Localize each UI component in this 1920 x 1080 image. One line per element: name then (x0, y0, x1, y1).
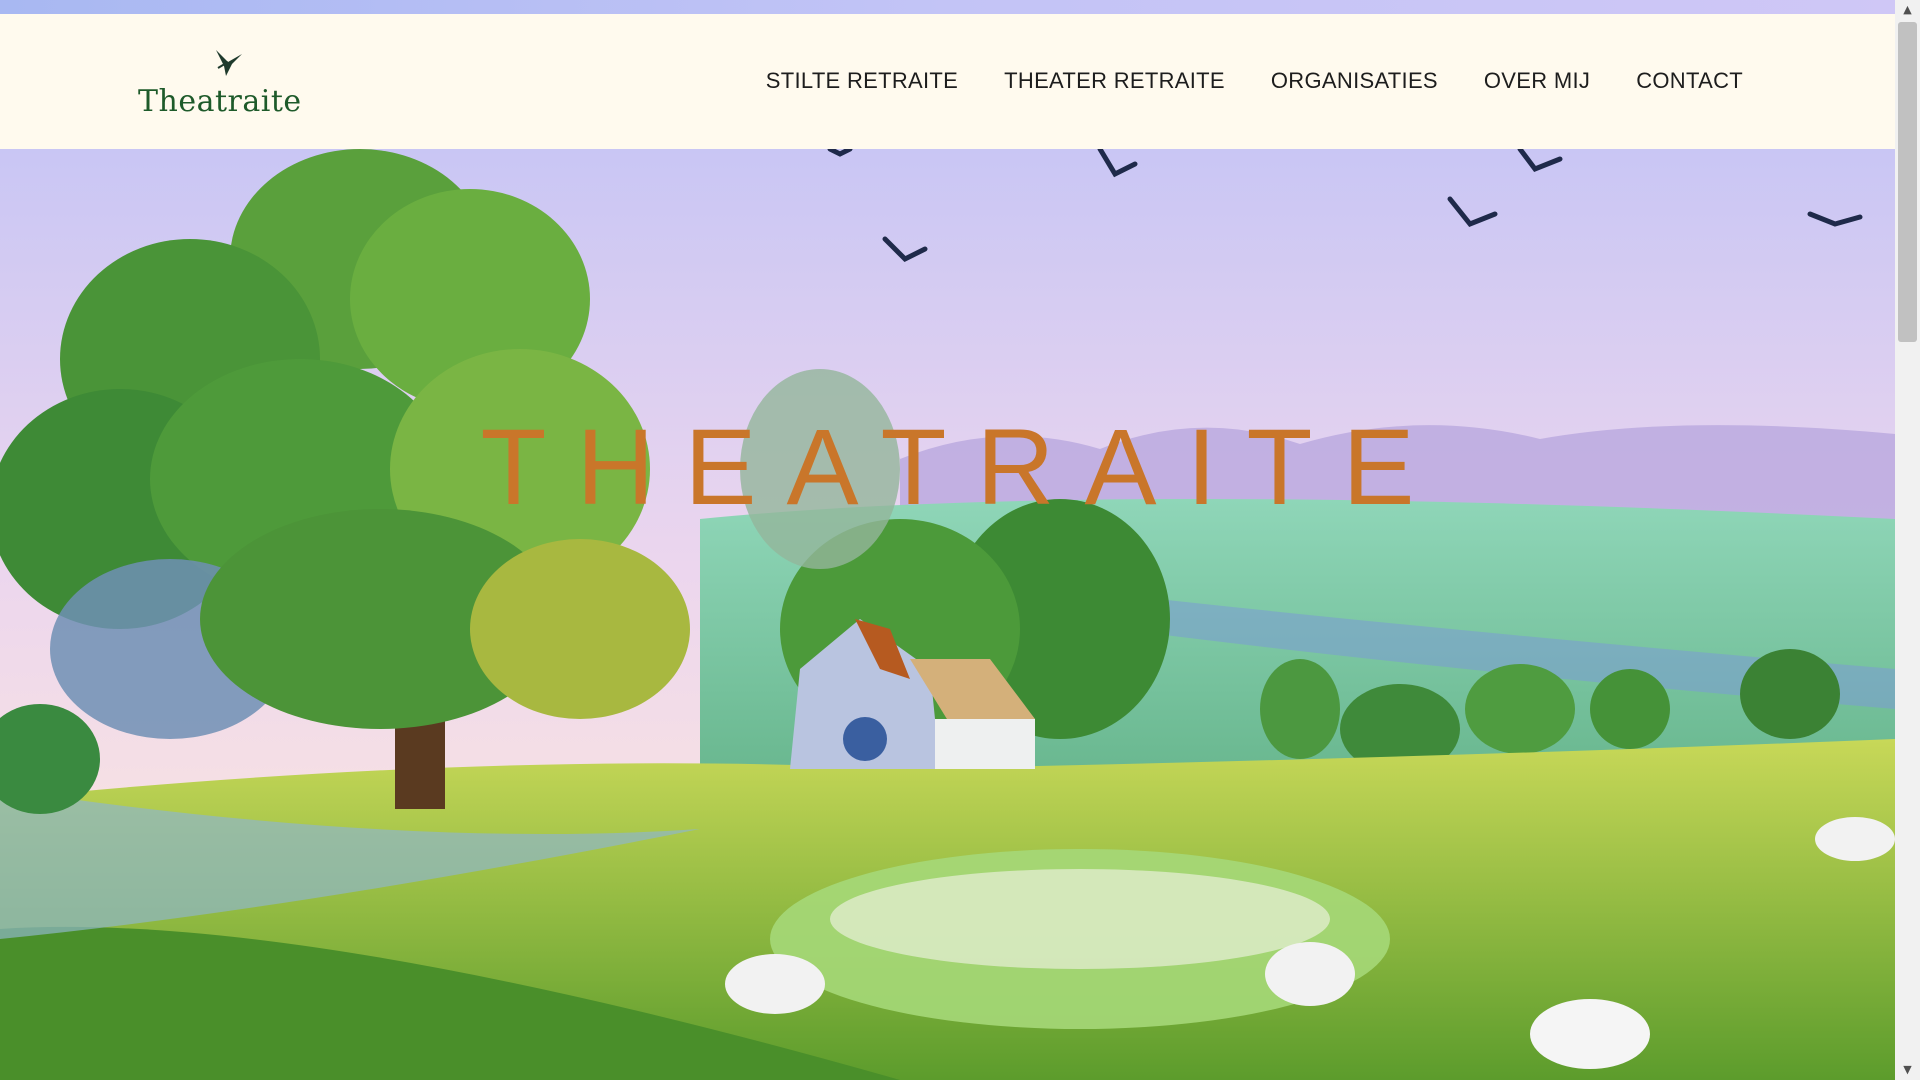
top-color-strip (0, 0, 1895, 14)
hero-section: THEATRAITE (0, 149, 1895, 1080)
main-nav: STILTE RETRAITE THEATER RETRAITE ORGANIS… (720, 68, 1743, 94)
nav-item-over-mij[interactable]: OVER MIJ (1484, 68, 1590, 94)
down-arrow-icon[interactable]: ▼ (1895, 1060, 1920, 1080)
logo-text: Theatraite (138, 84, 302, 119)
landscape-illustration (0, 149, 1895, 1080)
site-logo[interactable]: Theatraite (138, 42, 301, 122)
site-header: Theatraite STILTE RETRAITE THEATER RETRA… (0, 14, 1895, 149)
scroll-thumb[interactable] (1898, 22, 1917, 342)
nav-item-stilte-retraite[interactable]: STILTE RETRAITE (766, 68, 958, 94)
nav-item-organisaties[interactable]: ORGANISATIES (1271, 68, 1438, 94)
nav-item-theater-retraite[interactable]: THEATER RETRAITE (1004, 68, 1225, 94)
hummingbird-icon (216, 50, 242, 76)
hero-title: THEATRAITE (480, 406, 1445, 527)
up-arrow-icon[interactable]: ▲ (1895, 0, 1920, 20)
scrollbar[interactable]: ▲ ▼ (1895, 0, 1920, 1080)
nav-item-contact[interactable]: CONTACT (1636, 68, 1743, 94)
